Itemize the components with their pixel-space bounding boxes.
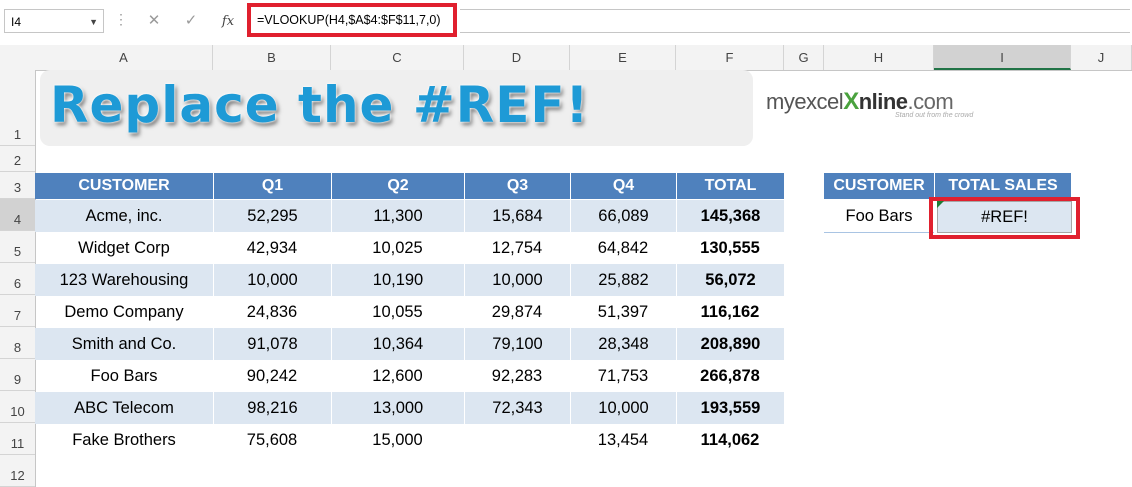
row-header-5[interactable]: 5 [0,231,35,263]
formula-text: =VLOOKUP(H4,$A$4:$F$11,7,0) [257,13,441,27]
logo-tagline: Stand out from the crowd [895,112,974,119]
column-header-i[interactable]: I [934,45,1071,70]
cell-q4[interactable]: 10,000 [570,392,676,424]
row-header-12[interactable]: 12 [0,455,35,487]
cell-q3[interactable]: 12,754 [464,232,570,264]
row-header-10[interactable]: 10 [0,391,35,423]
lookup-header-total-sales[interactable]: TOTAL SALES [934,173,1071,199]
logo-x-icon: X [843,88,859,115]
cell-q2[interactable]: 12,600 [331,360,464,392]
row-header-7[interactable]: 7 [0,295,35,327]
cell-q2[interactable]: 10,364 [331,328,464,360]
column-header-b[interactable]: B [213,45,331,70]
cancel-icon[interactable]: ✕ [143,10,165,32]
lookup-customer-cell[interactable]: Foo Bars [824,200,934,232]
header-customer[interactable]: CUSTOMER [35,173,213,199]
banner-title: Replace the #REF! [50,76,590,134]
cell-q2[interactable]: 10,025 [331,232,464,264]
cell-q4[interactable]: 13,454 [570,424,676,456]
cell-q4[interactable]: 25,882 [570,264,676,296]
cell-q3[interactable] [464,424,570,456]
cell-q4[interactable]: 51,397 [570,296,676,328]
header-q3[interactable]: Q3 [464,173,570,199]
row-header-9[interactable]: 9 [0,359,35,391]
column-header-e[interactable]: E [570,45,676,70]
cell-q1[interactable]: 90,242 [213,360,331,392]
name-box-value: I4 [11,15,22,29]
row-header-4[interactable]: 4 [0,199,35,231]
cell-q3[interactable]: 72,343 [464,392,570,424]
header-q1[interactable]: Q1 [213,173,331,199]
cell-q1[interactable]: 42,934 [213,232,331,264]
header-q4[interactable]: Q4 [570,173,676,199]
cell-q3[interactable]: 29,874 [464,296,570,328]
cell-q3[interactable]: 92,283 [464,360,570,392]
cell-total[interactable]: 266,878 [676,360,784,392]
cell-customer[interactable]: 123 Warehousing [35,264,213,296]
cell-q1[interactable]: 75,608 [213,424,331,456]
lookup-row-divider [824,232,934,233]
cell-q2[interactable]: 10,190 [331,264,464,296]
cell-customer[interactable]: ABC Telecom [35,392,213,424]
cell-q4[interactable]: 66,089 [570,200,676,232]
cell-q2[interactable]: 11,300 [331,200,464,232]
cell-customer[interactable]: Widget Corp [35,232,213,264]
row-header-8[interactable]: 8 [0,327,35,359]
cell-total[interactable]: 193,559 [676,392,784,424]
cell-q4[interactable]: 71,753 [570,360,676,392]
cell-customer[interactable]: Demo Company [35,296,213,328]
cell-q2[interactable]: 13,000 [331,392,464,424]
lookup-header-customer[interactable]: CUSTOMER [824,173,934,199]
cell-customer[interactable]: Acme, inc. [35,200,213,232]
row-header-1[interactable]: 1 [0,70,35,146]
formula-input[interactable]: =VLOOKUP(H4,$A$4:$F$11,7,0) [247,3,457,37]
cell-total[interactable]: 56,072 [676,264,784,296]
row-header-3[interactable]: 3 [0,172,35,199]
row-headers: 1 2 3 4 5 6 7 8 9 10 11 12 [0,70,36,487]
column-header-c[interactable]: C [331,45,464,70]
column-header-j[interactable]: J [1071,45,1132,70]
cell-q3[interactable]: 79,100 [464,328,570,360]
column-header-g[interactable]: G [784,45,824,70]
column-header-d[interactable]: D [464,45,570,70]
cell-q3[interactable]: 10,000 [464,264,570,296]
column-header-a[interactable]: A [35,45,213,70]
cell-q1[interactable]: 98,216 [213,392,331,424]
cell-q3[interactable]: 15,684 [464,200,570,232]
cell-total[interactable]: 114,062 [676,424,784,456]
cell-total[interactable]: 116,162 [676,296,784,328]
header-q2[interactable]: Q2 [331,173,464,199]
cell-q2[interactable]: 15,000 [331,424,464,456]
cell-q2[interactable]: 10,055 [331,296,464,328]
cell-q1[interactable]: 52,295 [213,200,331,232]
cell-customer[interactable]: Foo Bars [35,360,213,392]
cell-q1[interactable]: 24,836 [213,296,331,328]
cell-customer[interactable]: Smith and Co. [35,328,213,360]
cell-total[interactable]: 130,555 [676,232,784,264]
cell-customer[interactable]: Fake Brothers [35,424,213,456]
formula-input-track[interactable] [460,9,1130,33]
name-box[interactable]: I4 ▼ [4,9,104,33]
formula-bar: I4 ▼ ⋮ ✕ ✓ fx =VLOOKUP(H4,$A$4:$F$11,7,0… [0,0,1132,46]
drag-handle-icon[interactable]: ⋮ [114,11,128,28]
cell-q4[interactable]: 64,842 [570,232,676,264]
row-header-6[interactable]: 6 [0,263,35,295]
row-header-11[interactable]: 11 [0,423,35,455]
enter-check-icon[interactable]: ✓ [180,10,202,32]
row-header-2[interactable]: 2 [0,146,35,172]
cell-q1[interactable]: 10,000 [213,264,331,296]
cell-total[interactable]: 145,368 [676,200,784,232]
column-header-h[interactable]: H [824,45,934,70]
column-header-f[interactable]: F [676,45,784,70]
header-total[interactable]: TOTAL [676,173,784,199]
cell-total[interactable]: 208,890 [676,328,784,360]
cell-q4[interactable]: 28,348 [570,328,676,360]
insert-function-icon[interactable]: fx [217,10,239,32]
cell-q1[interactable]: 91,078 [213,328,331,360]
highlight-box [929,197,1080,239]
chevron-down-icon[interactable]: ▼ [89,10,98,34]
column-headers: A B C D E F G H I J [0,45,1132,71]
